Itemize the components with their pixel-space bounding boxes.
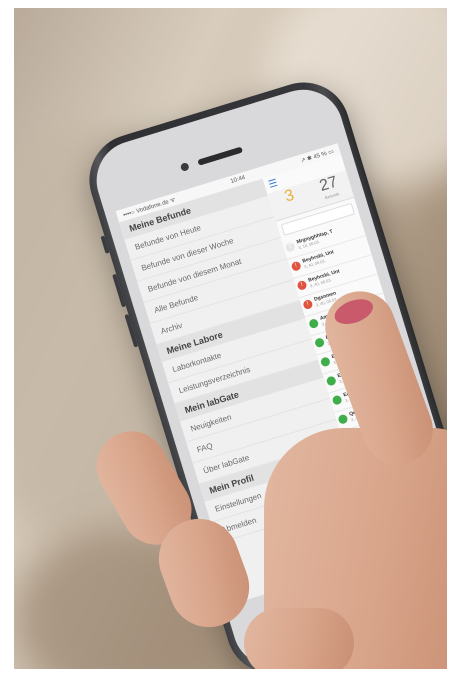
status-dot-icon: ! [296, 279, 308, 291]
menu-icon[interactable]: ☰ [267, 177, 279, 190]
status-dot-icon [313, 337, 326, 349]
finger [244, 608, 354, 669]
status-dot-icon: ! [302, 298, 314, 311]
status-dot-icon: ! [290, 260, 302, 272]
status-dot-icon: T [284, 241, 296, 253]
status-dot-icon [325, 375, 337, 387]
status-dot-icon [319, 356, 332, 368]
front-camera [179, 161, 190, 172]
status-dot-icon [331, 394, 343, 406]
earpiece-speaker [197, 146, 244, 166]
status-dot-icon [308, 317, 320, 330]
status-dot-icon [337, 413, 349, 425]
photo-background: ••••○ Vodafone.de ᯤ 10:44 ↗ ✱ 45 % ▭ Mei… [14, 8, 447, 669]
